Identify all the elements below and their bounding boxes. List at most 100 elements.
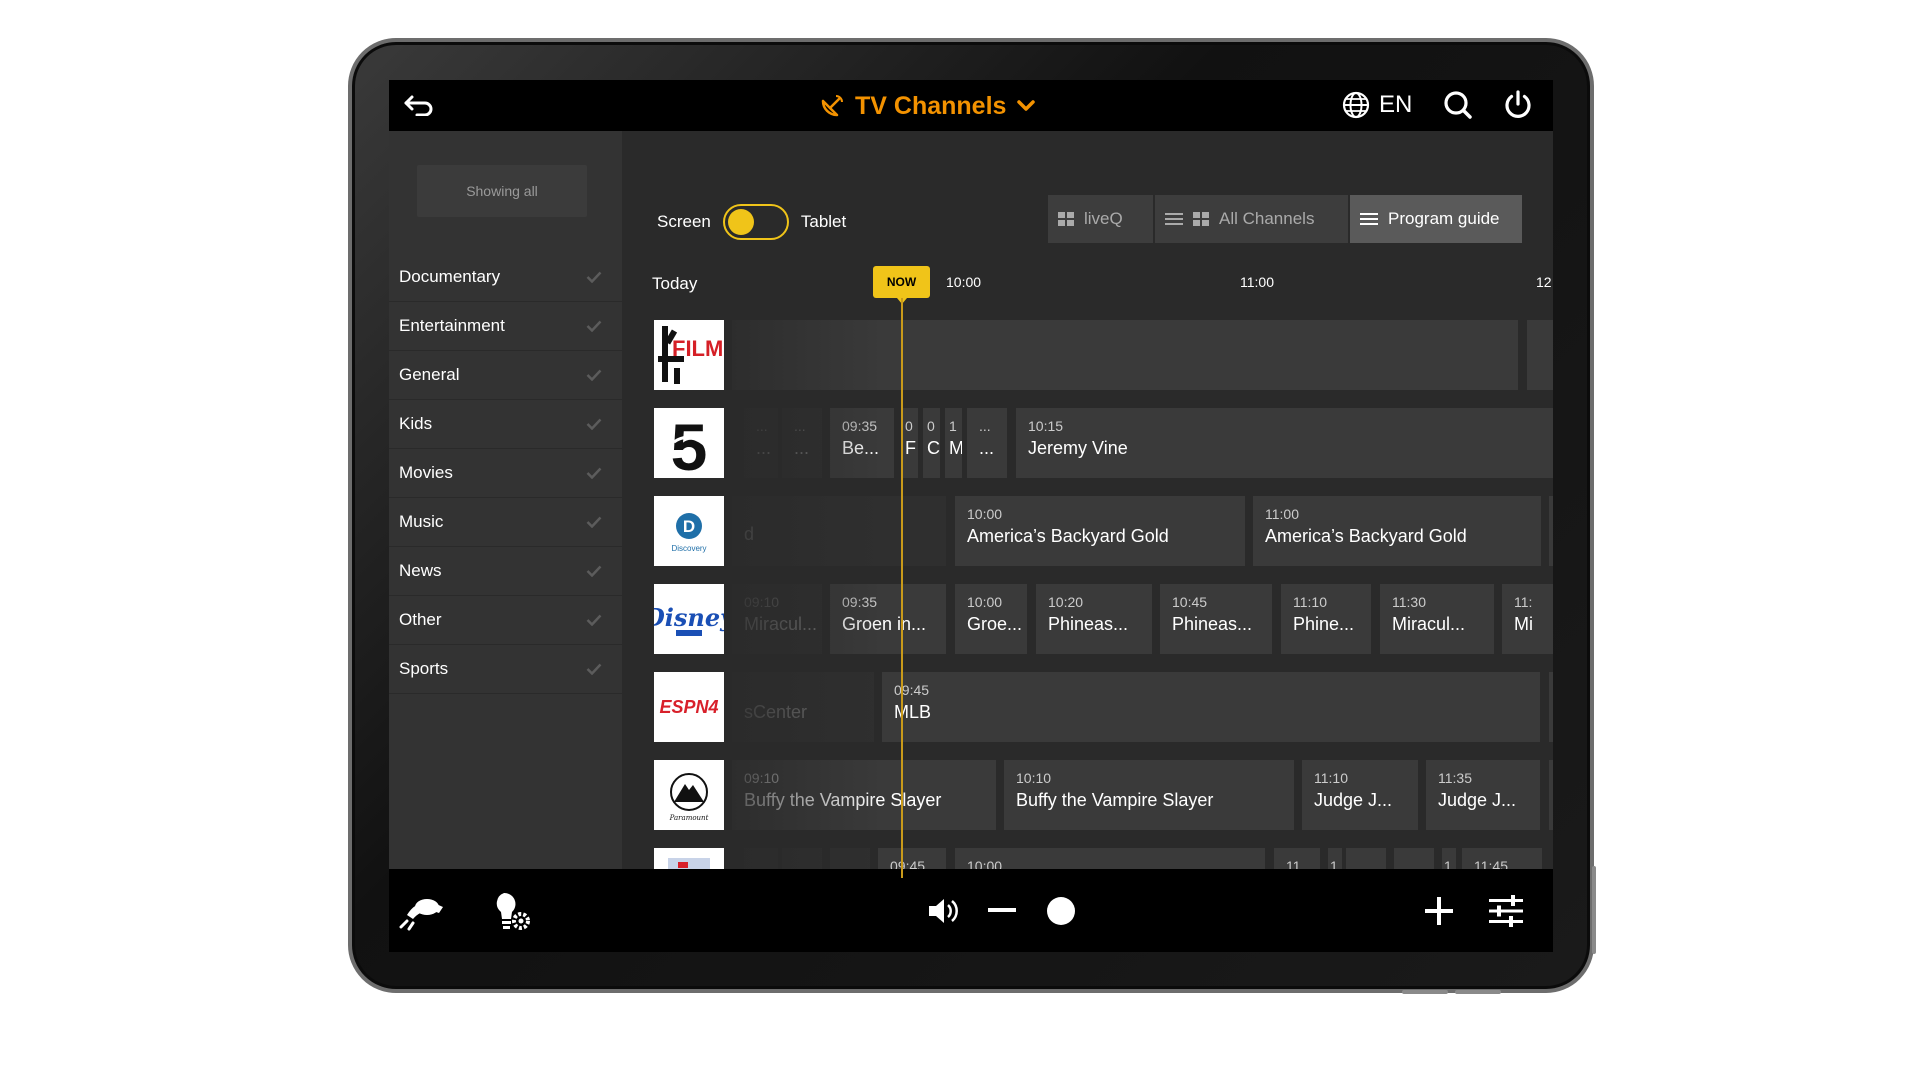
- category-item-movies[interactable]: Movies: [389, 449, 622, 498]
- volume-level-icon: [1047, 897, 1075, 925]
- program-cell[interactable]: [1527, 320, 1553, 390]
- channel-logo-film4[interactable]: FILM: [654, 320, 724, 390]
- tablet-top-button: [1402, 990, 1448, 994]
- program-cell[interactable]: 09:45 MLB: [882, 672, 1540, 742]
- language-selector[interactable]: EN: [1341, 88, 1412, 122]
- channel-logo-discovery[interactable]: D Discovery: [654, 496, 724, 566]
- program-cell[interactable]: ......: [782, 408, 822, 478]
- program-cell[interactable]: ...: [744, 848, 778, 869]
- program-cell[interactable]: 09:35 Be...: [830, 408, 894, 478]
- program-cell[interactable]: 10:20 Phineas...: [1036, 584, 1152, 654]
- program-cell[interactable]: 09:10 Miracul...: [732, 584, 822, 654]
- category-label: Documentary: [399, 267, 501, 286]
- view-tabs: liveQ All Channels Program guide: [1048, 195, 1522, 243]
- program-cell[interactable]: 09:45: [878, 848, 946, 869]
- category-item-other[interactable]: Other: [389, 596, 622, 645]
- search-button[interactable]: [1441, 88, 1475, 122]
- program-cell[interactable]: 10:10 Buffy the Vampire Slayer: [1004, 760, 1294, 830]
- program-cell[interactable]: 11...: [1274, 848, 1320, 869]
- program-cell[interactable]: 11:10 Judge J...: [1302, 760, 1418, 830]
- paramount-logo-icon: Paramount: [669, 773, 709, 822]
- language-code: EN: [1379, 91, 1413, 118]
- program-cell[interactable]: [1549, 760, 1553, 830]
- program-cell[interactable]: 11:10 Phine...: [1281, 584, 1371, 654]
- program-cell[interactable]: [1549, 496, 1553, 566]
- program-cell[interactable]: 09:10 Buffy the Vampire Slayer: [732, 760, 996, 830]
- channel-logo-5[interactable]: 5: [654, 408, 724, 478]
- power-button[interactable]: [1501, 88, 1535, 122]
- checkmark-icon: [586, 565, 602, 577]
- channel-row: ESPN4 sCenter 09:45 MLB: [654, 672, 1553, 742]
- program-cell[interactable]: ......: [967, 408, 1007, 478]
- program-cell[interactable]: 10:15 Jeremy Vine: [1016, 408, 1553, 478]
- tab-all-channels[interactable]: All Channels: [1155, 195, 1348, 243]
- program-cell[interactable]: 11: Mi: [1502, 584, 1553, 654]
- svg-text:D: D: [683, 517, 695, 536]
- remote-button[interactable]: [397, 889, 453, 933]
- program-cell[interactable]: 09:35 Groen in...: [830, 584, 946, 654]
- screen-tablet-toggle[interactable]: [722, 204, 789, 240]
- program-cell[interactable]: [732, 320, 1518, 390]
- program-cell[interactable]: 11:35 Judge J...: [1426, 760, 1540, 830]
- espn-logo-icon: ESPN4: [659, 697, 718, 717]
- category-item-entertainment[interactable]: Entertainment: [389, 302, 622, 351]
- category-item-kids[interactable]: Kids: [389, 400, 622, 449]
- program-cell[interactable]: ...: [1394, 848, 1434, 869]
- program-cell[interactable]: 10:00 America’s Backyard Gold: [955, 496, 1245, 566]
- program-cell[interactable]: 10:00 Groe...: [955, 584, 1027, 654]
- program-cell[interactable]: [1549, 672, 1553, 742]
- program-cell[interactable]: ...: [830, 848, 870, 869]
- remote-control-icon: [399, 899, 443, 931]
- tab-program-guide[interactable]: Program guide: [1350, 195, 1522, 243]
- channel-row: Paramount 09:10 Buffy the Vampire Slayer …: [654, 760, 1553, 830]
- program-cell[interactable]: d: [732, 496, 946, 566]
- program-cell[interactable]: 11:30 Miracul...: [1380, 584, 1494, 654]
- tab-liveq[interactable]: liveQ: [1048, 195, 1153, 243]
- checkmark-icon: [586, 516, 602, 528]
- category-item-sports[interactable]: Sports: [389, 645, 622, 694]
- light-settings-button[interactable]: [487, 889, 533, 933]
- channel-logo-espn4[interactable]: ESPN4: [654, 672, 724, 742]
- channel-logo-disney[interactable]: Disney: [654, 584, 724, 654]
- program-cell[interactable]: ...: [782, 848, 822, 869]
- program-cell[interactable]: 0F: [901, 408, 918, 478]
- mute-button[interactable]: [923, 889, 963, 933]
- program-cell[interactable]: sCenter: [732, 672, 874, 742]
- program-cell[interactable]: 1: [1442, 848, 1456, 869]
- checkmark-icon: [586, 418, 602, 430]
- now-badge[interactable]: NOW: [873, 266, 930, 304]
- volume-down-button[interactable]: [987, 889, 1017, 933]
- settings-button[interactable]: [1487, 889, 1525, 933]
- program-cell[interactable]: ...: [1346, 848, 1386, 869]
- film4-logo-icon: FILM: [658, 326, 723, 384]
- program-cell[interactable]: 10:00: [955, 848, 1265, 869]
- time-tick: 12: [1536, 274, 1552, 290]
- grid-icon: [1193, 212, 1209, 226]
- category-item-music[interactable]: Music: [389, 498, 622, 547]
- back-button[interactable]: [397, 88, 441, 122]
- svg-text:Discovery: Discovery: [671, 544, 706, 553]
- checkmark-icon: [586, 663, 602, 675]
- program-cell[interactable]: 1M: [945, 408, 962, 478]
- volume-up-button[interactable]: [1423, 889, 1455, 933]
- program-cell[interactable]: 11:00 America’s Backyard Gold: [1253, 496, 1541, 566]
- channel-logo-icon: [668, 858, 710, 869]
- program-cell[interactable]: 0C: [923, 408, 940, 478]
- category-item-general[interactable]: General: [389, 351, 622, 400]
- category-item-news[interactable]: News: [389, 547, 622, 596]
- showing-all-button[interactable]: Showing all: [417, 165, 587, 217]
- channel-logo-paramount[interactable]: Paramount: [654, 760, 724, 830]
- program-cell[interactable]: ......: [744, 408, 778, 478]
- channel-source-dropdown[interactable]: TV Channels: [819, 86, 1036, 126]
- sliders-icon: [1489, 895, 1523, 927]
- category-list: Documentary Entertainment General Kids Movie…: [389, 253, 622, 694]
- program-cell[interactable]: 11:45: [1462, 848, 1542, 869]
- channel-logo-7[interactable]: [654, 848, 724, 869]
- program-cell[interactable]: 1...: [1328, 848, 1342, 869]
- program-cell[interactable]: 10:45 Phineas...: [1160, 584, 1272, 654]
- category-item-documentary[interactable]: Documentary: [389, 253, 622, 302]
- svg-text:ESPN4: ESPN4: [659, 697, 718, 717]
- category-label: Kids: [399, 414, 433, 433]
- tab-label: liveQ: [1084, 209, 1123, 228]
- volume-level-indicator[interactable]: [1045, 889, 1077, 933]
